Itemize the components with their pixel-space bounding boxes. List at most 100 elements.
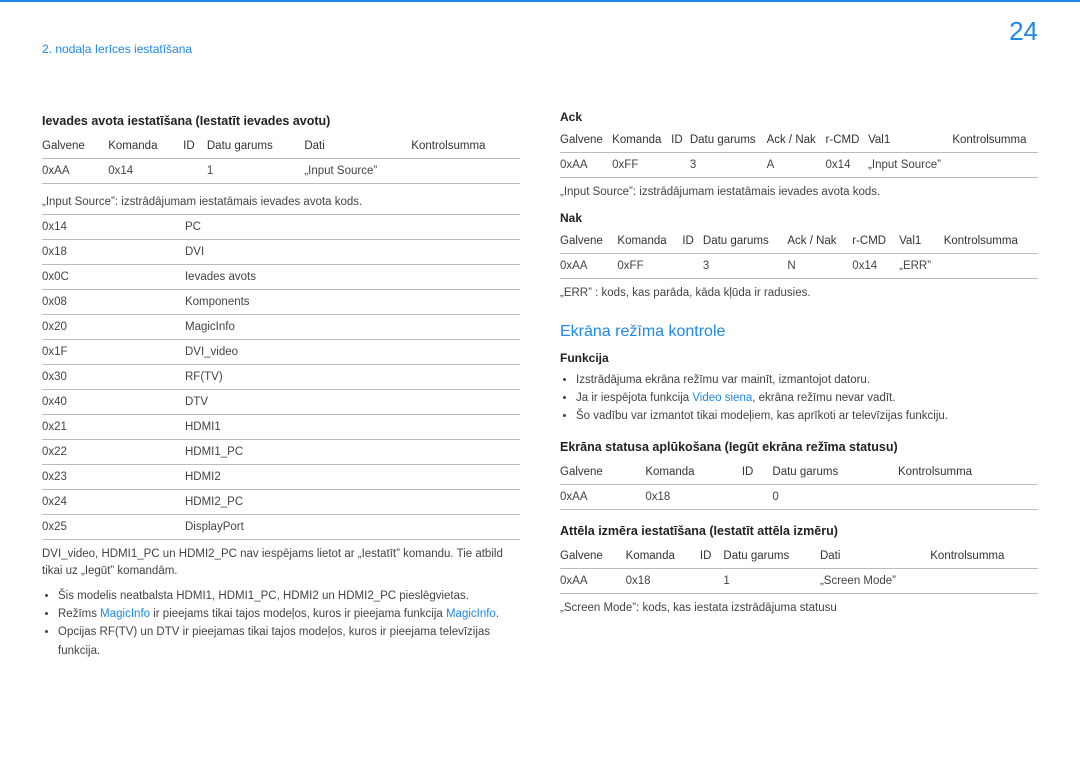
video-siena-link: Video siena bbox=[692, 392, 752, 404]
page-body: Ievades avota iestatīšana (Iestatīt ieva… bbox=[0, 0, 1080, 700]
th: r-CMD bbox=[852, 229, 899, 254]
nak-note: „ERR” : kods, kas parāda, kāda kļūda ir … bbox=[560, 285, 1038, 302]
th: Kontrolsumma bbox=[930, 544, 1038, 569]
td: DisplayPort bbox=[185, 515, 520, 540]
table-row: 0xAA 0xFF 3 A 0x14 „Input Source” bbox=[560, 153, 1038, 178]
bullet: Šo vadību var izmantot tikai modeļiem, k… bbox=[576, 407, 1038, 425]
table-row: 0xAA 0x18 0 bbox=[560, 484, 1038, 509]
td: MagicInfo bbox=[185, 315, 520, 340]
table-row: 0x0CIevades avots bbox=[42, 265, 520, 290]
td bbox=[700, 568, 724, 593]
left-column: Ievades avota iestatīšana (Iestatīt ieva… bbox=[42, 100, 520, 670]
th: r-CMD bbox=[826, 128, 869, 153]
txt: ir pieejams tikai tajos modeļos, kuros i… bbox=[150, 608, 446, 620]
td: RF(TV) bbox=[185, 365, 520, 390]
td: „Input Source” bbox=[868, 153, 952, 178]
status-title: Ekrāna statusa aplūkošana (Iegūt ekrāna … bbox=[560, 440, 1038, 454]
left-title: Ievades avota iestatīšana (Iestatīt ieva… bbox=[42, 114, 520, 128]
td bbox=[682, 254, 703, 279]
td: 0x20 bbox=[42, 315, 185, 340]
td bbox=[930, 568, 1038, 593]
table-header-row: Galvene Komanda ID Datu garums Dati Kont… bbox=[560, 544, 1038, 569]
th-dati: Dati bbox=[304, 134, 411, 159]
table-row: 0x1FDVI_video bbox=[42, 340, 520, 365]
th: Komanda bbox=[626, 544, 700, 569]
magicinfo-link: MagicInfo bbox=[446, 608, 496, 620]
td: 0x18 bbox=[645, 484, 742, 509]
td: 0x0C bbox=[42, 265, 185, 290]
td: 0x21 bbox=[42, 415, 185, 440]
table-row: 0x23HDMI2 bbox=[42, 465, 520, 490]
screen-mode-title: Ekrāna režīma kontrole bbox=[560, 323, 1038, 341]
bullet: Režīms MagicInfo ir pieejams tikai tajos… bbox=[58, 605, 520, 623]
td bbox=[183, 159, 207, 184]
td: DVI_video bbox=[185, 340, 520, 365]
th: Galvene bbox=[560, 128, 612, 153]
th: ID bbox=[742, 460, 773, 485]
td bbox=[944, 254, 1038, 279]
txt: Ja ir iespējota funkcija bbox=[576, 392, 692, 404]
td: 0x14 bbox=[108, 159, 183, 184]
ack-title: Ack bbox=[560, 110, 1038, 124]
td: 0x14 bbox=[852, 254, 899, 279]
td: 0x14 bbox=[826, 153, 869, 178]
td: 0x14 bbox=[42, 215, 185, 240]
th: ID bbox=[671, 128, 690, 153]
table-row: 0xAA 0x14 1 „Input Source” bbox=[42, 159, 520, 184]
td: HDMI1 bbox=[185, 415, 520, 440]
td: 3 bbox=[703, 254, 787, 279]
td: 0 bbox=[772, 484, 898, 509]
td: 1 bbox=[723, 568, 820, 593]
table-row: 0x25DisplayPort bbox=[42, 515, 520, 540]
td: A bbox=[767, 153, 826, 178]
td: HDMI1_PC bbox=[185, 440, 520, 465]
td: PC bbox=[185, 215, 520, 240]
th: Kontrolsumma bbox=[952, 128, 1038, 153]
func-bullets: Izstrādājuma ekrāna režīmu var mainīt, i… bbox=[560, 371, 1038, 426]
th: Galvene bbox=[560, 460, 645, 485]
td: 0x18 bbox=[626, 568, 700, 593]
th: Ack / Nak bbox=[767, 128, 826, 153]
td: HDMI2 bbox=[185, 465, 520, 490]
ack-note: „Input Source”: izstrādājumam iestatāmai… bbox=[560, 184, 1038, 201]
td: „Screen Mode” bbox=[820, 568, 930, 593]
th: Datu garums bbox=[723, 544, 820, 569]
size-title: Attēla izmēra iestatīšana (Iestatīt attē… bbox=[560, 524, 1038, 538]
bullet: Šis modelis neatbalsta HDMI1, HDMI1_PC, … bbox=[58, 587, 520, 605]
input-note: „Input Source”: izstrādājumam iestatāmai… bbox=[42, 190, 520, 215]
table-header-row: Galvene Komanda ID Datu garums Ack / Nak… bbox=[560, 229, 1038, 254]
input-setup-table: Galvene Komanda ID Datu garums Dati Kont… bbox=[42, 134, 520, 184]
td: 0x18 bbox=[42, 240, 185, 265]
txt: . bbox=[496, 608, 499, 620]
table-row: 0x18DVI bbox=[42, 240, 520, 265]
td: 0xAA bbox=[560, 254, 617, 279]
top-border bbox=[0, 0, 1080, 2]
th-datu: Datu garums bbox=[207, 134, 304, 159]
td bbox=[952, 153, 1038, 178]
th: Komanda bbox=[645, 460, 742, 485]
caption-row: „Input Source”: izstrādājumam iestatāmai… bbox=[42, 190, 520, 215]
th-galvene: Galvene bbox=[42, 134, 108, 159]
table-row: 0x30RF(TV) bbox=[42, 365, 520, 390]
table-row: 0x40DTV bbox=[42, 390, 520, 415]
left-bullets: Šis modelis neatbalsta HDMI1, HDMI1_PC, … bbox=[42, 587, 520, 661]
td: „ERR” bbox=[899, 254, 944, 279]
th: ID bbox=[682, 229, 703, 254]
txt: Režīms bbox=[58, 608, 100, 620]
th: Komanda bbox=[617, 229, 682, 254]
status-table: Galvene Komanda ID Datu garums Kontrolsu… bbox=[560, 460, 1038, 510]
th: Datu garums bbox=[772, 460, 898, 485]
table-row: 0xAA 0x18 1 „Screen Mode” bbox=[560, 568, 1038, 593]
table-row: 0x20MagicInfo bbox=[42, 315, 520, 340]
th: ID bbox=[700, 544, 724, 569]
th: Kontrolsumma bbox=[898, 460, 1038, 485]
bullet: Ja ir iespējota funkcija Video siena, ek… bbox=[576, 389, 1038, 407]
td: 0x30 bbox=[42, 365, 185, 390]
right-column: Ack Galvene Komanda ID Datu garums Ack /… bbox=[560, 100, 1038, 670]
td: 1 bbox=[207, 159, 304, 184]
bullet: Opcijas RF(TV) un DTV ir pieejamas tikai… bbox=[58, 623, 520, 660]
th: Dati bbox=[820, 544, 930, 569]
td: 0xAA bbox=[560, 568, 626, 593]
td: 0x40 bbox=[42, 390, 185, 415]
th: Galvene bbox=[560, 229, 617, 254]
